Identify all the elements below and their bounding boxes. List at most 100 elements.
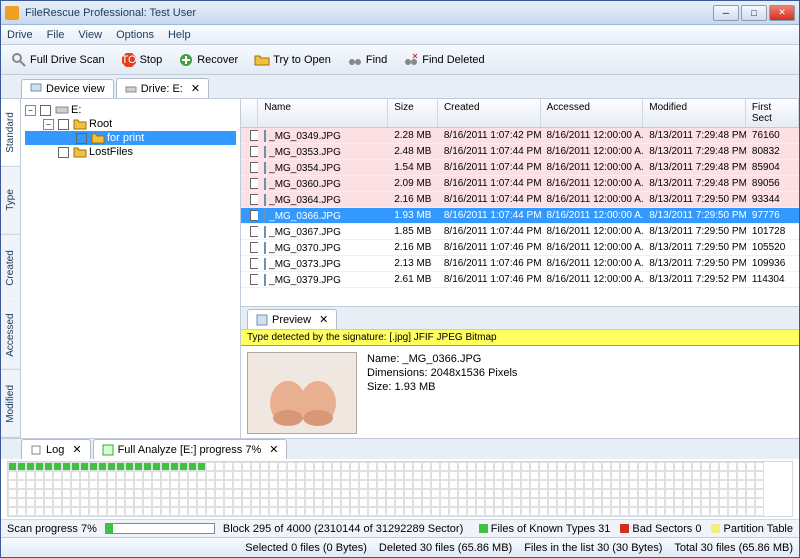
full-scan-button[interactable]: Full Drive Scan — [7, 50, 109, 70]
col-modified[interactable]: Modified — [643, 99, 746, 127]
file-size: 1.93 MB — [388, 210, 438, 221]
file-row[interactable]: _MG_0370.JPG2.16 MB8/16/2011 1:07:46 PM8… — [241, 240, 799, 256]
tab-drive-e[interactable]: Drive: E:✕ — [116, 78, 209, 98]
find-deleted-button[interactable]: Find Deleted — [399, 50, 488, 70]
tab-preview[interactable]: Preview✕ — [247, 309, 337, 329]
vtab-accessed[interactable]: Accessed — [1, 302, 20, 370]
view-tabbar: Device view Drive: E:✕ — [1, 75, 799, 99]
stop-button[interactable]: STOPStop — [117, 50, 167, 70]
tree-root-folder-label: Root — [89, 118, 112, 130]
file-created: 8/16/2011 1:07:44 PM — [438, 194, 541, 205]
file-sector: 101728 — [746, 226, 799, 237]
menu-options[interactable]: Options — [116, 29, 154, 41]
col-firstsect[interactable]: First Sect — [746, 99, 799, 127]
pv-size-label: Size: — [367, 381, 391, 393]
col-created[interactable]: Created — [438, 99, 541, 127]
folder-tree[interactable]: −E: − Root for print LostFiles — [21, 99, 241, 438]
tab-close-icon[interactable]: ✕ — [269, 443, 278, 456]
tree-node-lostfiles[interactable]: LostFiles — [25, 145, 236, 159]
menu-drive[interactable]: Drive — [7, 29, 33, 41]
statusbar: Selected 0 files (0 Bytes) Deleted 30 fi… — [1, 537, 799, 557]
close-button[interactable]: ✕ — [769, 5, 795, 21]
col-accessed[interactable]: Accessed — [541, 99, 644, 127]
tree-node-forprint[interactable]: for print — [25, 131, 236, 145]
vtab-created[interactable]: Created — [1, 235, 20, 303]
analyze-icon — [102, 444, 114, 456]
preview-image — [247, 352, 357, 434]
collapse-icon[interactable]: − — [25, 105, 36, 116]
tab-close-icon[interactable]: ✕ — [72, 443, 81, 456]
checkbox[interactable] — [250, 130, 258, 141]
file-row[interactable]: _MG_0366.JPG1.93 MB8/16/2011 1:07:44 PM8… — [241, 208, 799, 224]
file-accessed: 8/16/2011 12:00:00 A.. — [541, 274, 644, 285]
menu-file[interactable]: File — [47, 29, 65, 41]
tab-device-view[interactable]: Device view — [21, 79, 114, 98]
file-sector: 105520 — [746, 242, 799, 253]
tab-log[interactable]: Log✕ — [21, 439, 91, 459]
image-file-icon — [264, 226, 266, 238]
stop-icon: STOP — [121, 52, 137, 68]
checkbox[interactable] — [250, 258, 258, 269]
file-created: 8/16/2011 1:07:46 PM — [438, 258, 541, 269]
folder-icon — [73, 146, 87, 158]
checkbox[interactable] — [250, 274, 258, 285]
checkbox[interactable] — [250, 242, 258, 253]
full-scan-label: Full Drive Scan — [30, 54, 105, 66]
file-row[interactable]: _MG_0367.JPG1.85 MB8/16/2011 1:07:44 PM8… — [241, 224, 799, 240]
file-size: 2.48 MB — [388, 146, 438, 157]
checkbox[interactable] — [76, 133, 87, 144]
image-file-icon — [264, 242, 266, 254]
file-row[interactable]: _MG_0379.JPG2.61 MB8/16/2011 1:07:46 PM8… — [241, 272, 799, 288]
file-size: 2.16 MB — [388, 194, 438, 205]
tab-analyze-label: Full Analyze [E:] progress 7% — [118, 444, 262, 456]
file-row[interactable]: _MG_0349.JPG2.28 MB8/16/2011 1:07:42 PM8… — [241, 128, 799, 144]
checkbox[interactable] — [250, 210, 258, 221]
titlebar[interactable]: FileRescue Professional: Test User ─ □ ✕ — [1, 1, 799, 25]
tab-close-icon[interactable]: ✕ — [191, 82, 200, 95]
file-row[interactable]: _MG_0354.JPG1.54 MB8/16/2011 1:07:44 PM8… — [241, 160, 799, 176]
file-modified: 8/13/2011 7:29:50 PM — [643, 242, 746, 253]
checkbox[interactable] — [58, 119, 69, 130]
minimize-button[interactable]: ─ — [713, 5, 739, 21]
checkbox[interactable] — [250, 162, 258, 173]
checkbox[interactable] — [58, 147, 69, 158]
file-list[interactable]: Name Size Created Accessed Modified Firs… — [241, 99, 799, 307]
file-row[interactable]: _MG_0360.JPG2.09 MB8/16/2011 1:07:44 PM8… — [241, 176, 799, 192]
tree-node-root[interactable]: − Root — [25, 117, 236, 131]
file-row[interactable]: _MG_0364.JPG2.16 MB8/16/2011 1:07:44 PM8… — [241, 192, 799, 208]
find-button[interactable]: Find — [343, 50, 391, 70]
file-name: _MG_0366.JPG — [258, 210, 388, 222]
vtab-modified[interactable]: Modified — [1, 370, 20, 438]
file-sector: 97776 — [746, 210, 799, 221]
recover-button[interactable]: Recover — [174, 50, 242, 70]
col-name[interactable]: Name — [258, 99, 388, 127]
col-checkbox[interactable] — [241, 99, 258, 127]
col-size[interactable]: Size — [388, 99, 438, 127]
vtab-standard[interactable]: Standard — [1, 99, 20, 167]
collapse-icon[interactable]: − — [43, 119, 54, 130]
tab-analyze[interactable]: Full Analyze [E:] progress 7% ✕ — [93, 439, 288, 459]
tab-close-icon[interactable]: ✕ — [319, 313, 328, 326]
file-name: _MG_0353.JPG — [258, 146, 388, 158]
checkbox[interactable] — [250, 194, 258, 205]
pv-dim-value: 2048x1536 Pixels — [431, 367, 518, 379]
vtab-type[interactable]: Type — [1, 167, 20, 235]
drive-icon — [55, 104, 69, 116]
checkbox[interactable] — [250, 146, 258, 157]
progress-bar — [105, 523, 215, 534]
file-row[interactable]: _MG_0353.JPG2.48 MB8/16/2011 1:07:44 PM8… — [241, 144, 799, 160]
menu-view[interactable]: View — [78, 29, 102, 41]
menu-help[interactable]: Help — [168, 29, 191, 41]
app-window: FileRescue Professional: Test User ─ □ ✕… — [0, 0, 800, 558]
file-row[interactable]: _MG_0373.JPG2.13 MB8/16/2011 1:07:46 PM8… — [241, 256, 799, 272]
checkbox[interactable] — [250, 178, 258, 189]
side-tabs: Standard Type Created Accessed Modified — [1, 99, 21, 438]
tree-root[interactable]: −E: — [25, 103, 236, 117]
block-map[interactable] — [7, 461, 793, 517]
checkbox[interactable] — [250, 226, 258, 237]
checkbox[interactable] — [40, 105, 51, 116]
maximize-button[interactable]: □ — [741, 5, 767, 21]
progress-bar-row: Scan progress 7% Block 295 of 4000 (2310… — [1, 519, 799, 537]
try-open-button[interactable]: Try to Open — [250, 50, 335, 70]
image-file-icon — [264, 258, 266, 270]
